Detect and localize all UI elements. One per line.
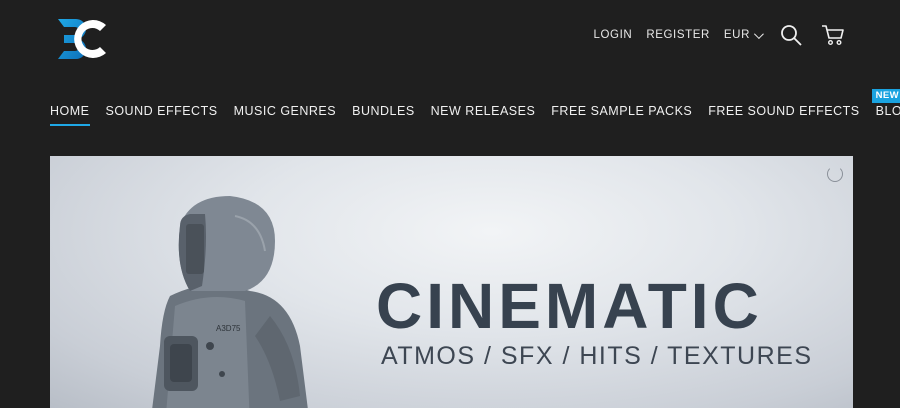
nav-item-label: HOME (50, 104, 90, 118)
nav-item-music-genres[interactable]: MUSIC GENRES (234, 104, 337, 124)
suit-label: A3D75 (216, 324, 241, 333)
nav-item-label: FREE SOUND EFFECTS (708, 104, 860, 118)
currency-selector[interactable]: EUR (723, 28, 764, 41)
utility-bar: LOGIN REGISTER EUR (580, 20, 845, 50)
nav-item-label: BLOG (875, 104, 900, 118)
nav-item-label: SOUND EFFECTS (105, 104, 218, 118)
hero-banner[interactable]: A3D75 CINEMATIC ATMOS / SFX / HITS / TEX… (50, 156, 853, 408)
astronaut-image: A3D75 (152, 196, 308, 408)
main-nav: HOME SOUND EFFECTS MUSIC GENRES BUNDLES … (50, 89, 900, 126)
nav-item-blog[interactable]: NEW BLOG (871, 89, 900, 124)
search-icon[interactable] (779, 23, 803, 47)
hero-title: CINEMATIC (376, 270, 763, 342)
chevron-down-icon (753, 28, 764, 39)
register-link[interactable]: REGISTER (646, 29, 710, 41)
loading-spinner-icon (827, 166, 843, 182)
nav-item-label: BUNDLES (352, 104, 415, 118)
nav-item-home[interactable]: HOME (50, 104, 90, 126)
brand-logo[interactable] (56, 15, 110, 63)
currency-label: EUR (723, 29, 750, 41)
nav-item-bundles[interactable]: BUNDLES (352, 104, 415, 124)
nav-item-label: FREE SAMPLE PACKS (551, 104, 693, 118)
login-link[interactable]: LOGIN (594, 29, 633, 41)
nav-item-sound-effects[interactable]: SOUND EFFECTS (106, 104, 218, 124)
nav-item-free-sample-packs[interactable]: FREE SAMPLE PACKS (551, 104, 692, 124)
site-header: LOGIN REGISTER EUR HOME SOUND EFFECTS MU… (0, 0, 900, 126)
nav-item-new-releases[interactable]: NEW RELEASES (431, 104, 536, 124)
hero-subtitle: ATMOS / SFX / HITS / TEXTURES (381, 342, 813, 370)
nav-item-label: MUSIC GENRES (233, 104, 337, 118)
new-badge: NEW (871, 89, 900, 103)
cart-icon[interactable] (821, 23, 845, 47)
nav-item-free-sound-effects[interactable]: FREE SOUND EFFECTS (708, 104, 859, 124)
nav-item-label: NEW RELEASES (430, 104, 536, 118)
